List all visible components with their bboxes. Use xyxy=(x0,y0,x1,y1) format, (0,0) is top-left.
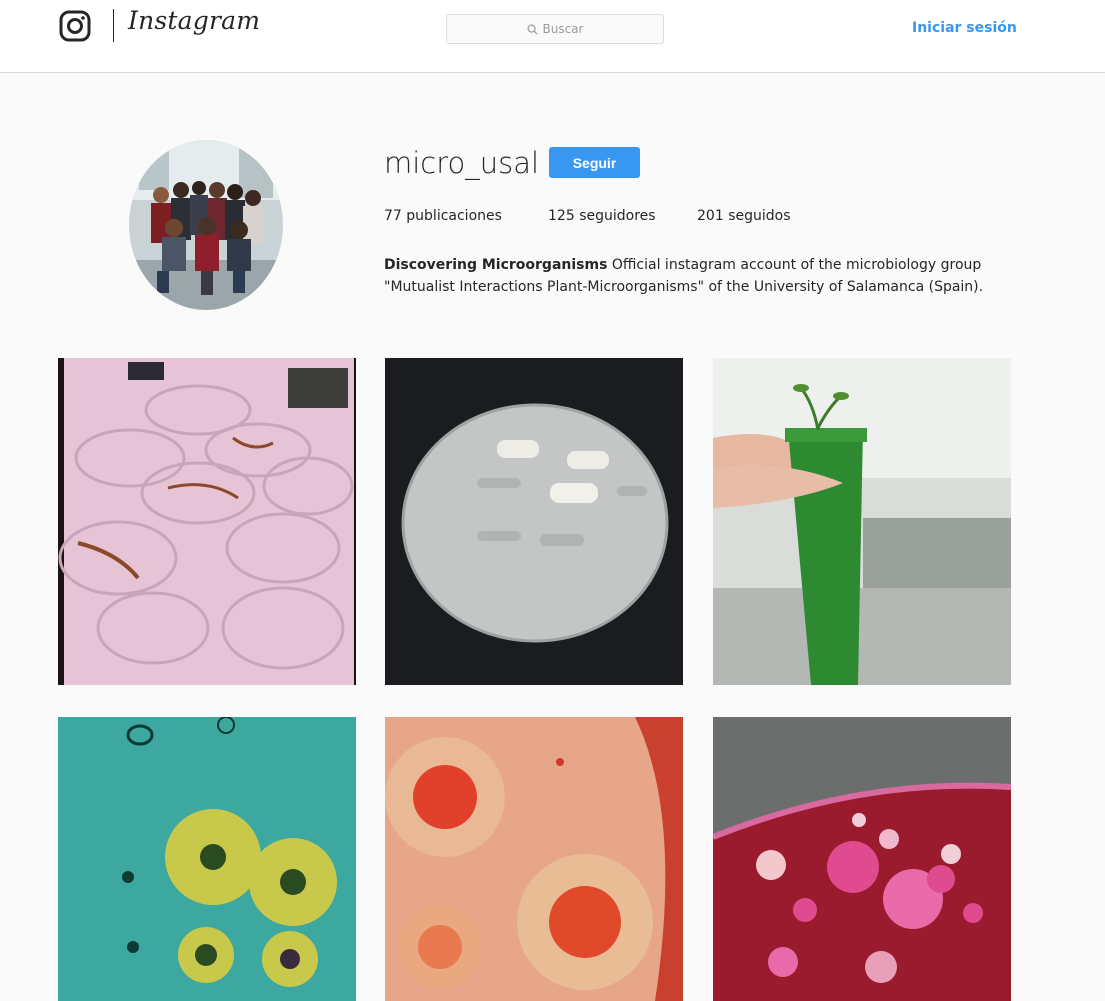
post-image-bacterial-streaks xyxy=(385,358,683,685)
post-thumbnail[interactable] xyxy=(58,358,356,685)
search-input[interactable]: Buscar xyxy=(446,14,664,44)
post-thumbnail[interactable] xyxy=(385,358,683,685)
search-icon xyxy=(527,24,538,35)
profile-username: micro_usal xyxy=(384,146,540,180)
posts-label: publicaciones xyxy=(406,208,502,224)
post-thumbnail[interactable] xyxy=(385,717,683,1001)
instagram-wordmark[interactable]: Instagram xyxy=(128,6,260,35)
following-count: 201 xyxy=(697,208,724,224)
bio-title: Discovering Microorganisms xyxy=(384,257,608,273)
logo-divider xyxy=(113,9,114,42)
stat-following[interactable]: 201 seguidos xyxy=(697,208,791,224)
following-label: seguidos xyxy=(728,208,791,224)
bio-line-1: Discovering Microorganisms Official inst… xyxy=(384,254,1014,276)
post-image-pink-colonies xyxy=(713,717,1011,1001)
post-image-yellow-halos xyxy=(58,717,356,1001)
search-placeholder: Buscar xyxy=(542,22,584,36)
stat-posts: 77 publicaciones xyxy=(384,208,502,224)
post-thumbnail[interactable] xyxy=(58,717,356,1001)
post-image-petri-dishes xyxy=(58,358,356,685)
post-image-plant-tube xyxy=(713,358,1011,685)
bio-text-1: Official instagram account of the microb… xyxy=(611,257,982,273)
bio-text-2: "Mutualist Interactions Plant-Microorgan… xyxy=(384,279,984,295)
post-thumbnail[interactable] xyxy=(713,717,1011,1001)
profile-avatar[interactable] xyxy=(129,140,283,310)
followers-count: 125 xyxy=(548,208,575,224)
stat-followers[interactable]: 125 seguidores xyxy=(548,208,656,224)
post-image-red-colonies xyxy=(385,717,683,1001)
post-thumbnail[interactable] xyxy=(713,358,1011,685)
followers-label: seguidores xyxy=(579,208,656,224)
profile-bio: Discovering Microorganisms Official inst… xyxy=(384,254,1014,298)
posts-count: 77 xyxy=(384,208,402,224)
top-navigation-bar: Instagram Buscar Iniciar sesión xyxy=(0,0,1105,73)
follow-button[interactable]: Seguir xyxy=(549,147,640,178)
avatar-photo xyxy=(129,140,283,310)
login-link[interactable]: Iniciar sesión xyxy=(912,20,1017,36)
instagram-glyph-icon[interactable] xyxy=(59,10,91,42)
